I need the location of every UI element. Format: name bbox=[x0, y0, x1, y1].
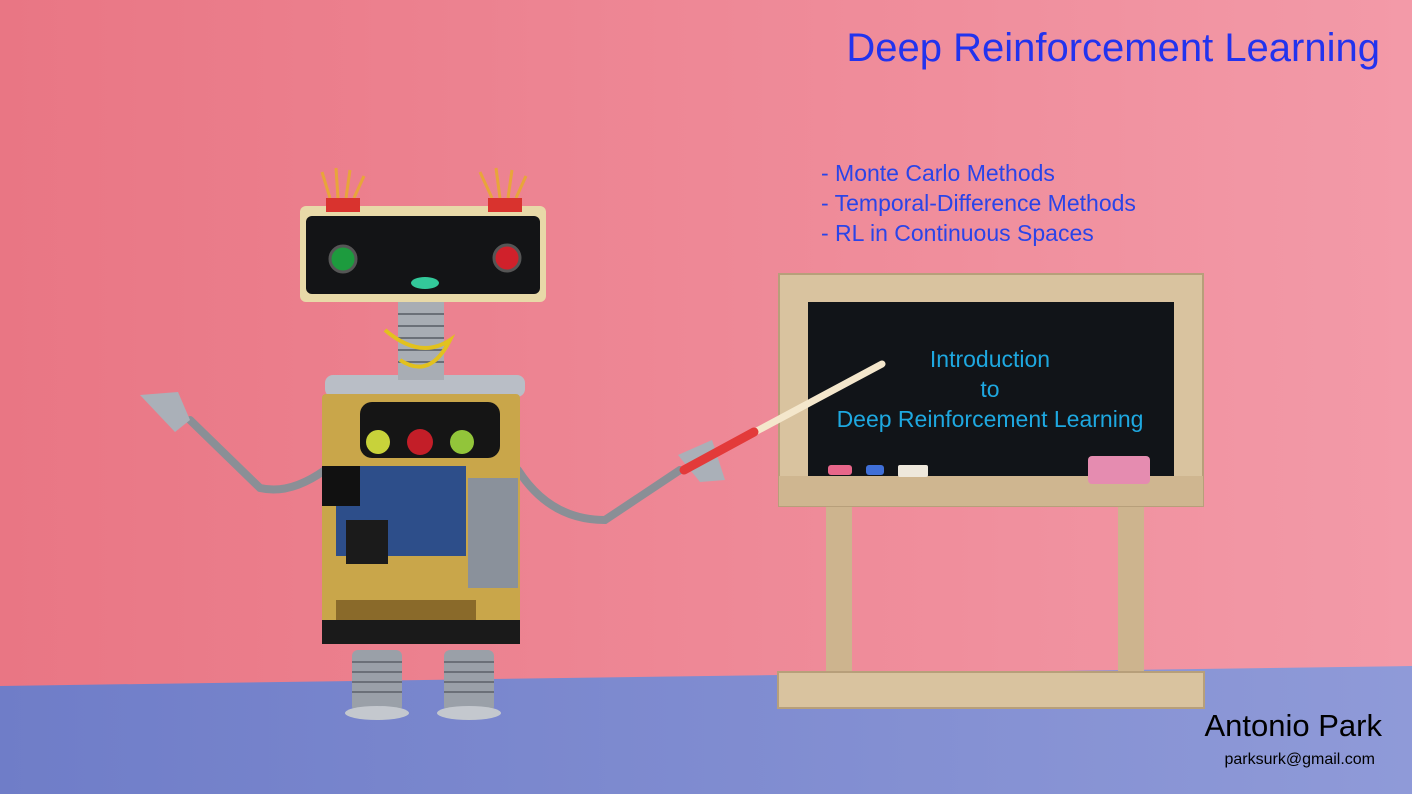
robot-eye-right bbox=[492, 243, 522, 273]
easel-leg-left bbox=[826, 495, 852, 685]
topic-item: - Temporal-Difference Methods bbox=[821, 190, 1136, 216]
easel-base bbox=[777, 671, 1205, 709]
easel-leg-right bbox=[1118, 495, 1144, 685]
topic-item: - RL in Continuous Spaces bbox=[821, 220, 1094, 246]
board-line-3: Deep Reinforcement Learning bbox=[836, 406, 1144, 432]
author-email: parksurk@gmail.com bbox=[1224, 751, 1376, 768]
robot-led-green bbox=[450, 430, 474, 454]
board-line-1: Introduction bbox=[929, 346, 1051, 372]
robot-led-yellow bbox=[366, 430, 390, 454]
board-line-2: to bbox=[980, 376, 1000, 402]
robot-led-red bbox=[407, 429, 433, 455]
board-eraser bbox=[1088, 456, 1150, 484]
chalk-blue bbox=[866, 465, 884, 475]
robot-eye-left bbox=[328, 244, 358, 274]
robot-nose bbox=[411, 277, 439, 289]
topic-list: - Monte Carlo Methods - Temporal-Differe… bbox=[821, 158, 1136, 248]
topic-item: - Monte Carlo Methods bbox=[821, 160, 1055, 186]
chalkboard-text: Introduction to Deep Reinforcement Learn… bbox=[812, 344, 1168, 434]
slide-title: Deep Reinforcement Learning bbox=[846, 26, 1380, 70]
chalk-pink bbox=[828, 465, 852, 475]
background-scene bbox=[0, 0, 1412, 794]
chalk-white bbox=[898, 465, 928, 477]
author-name: Antonio Park bbox=[1204, 708, 1383, 743]
